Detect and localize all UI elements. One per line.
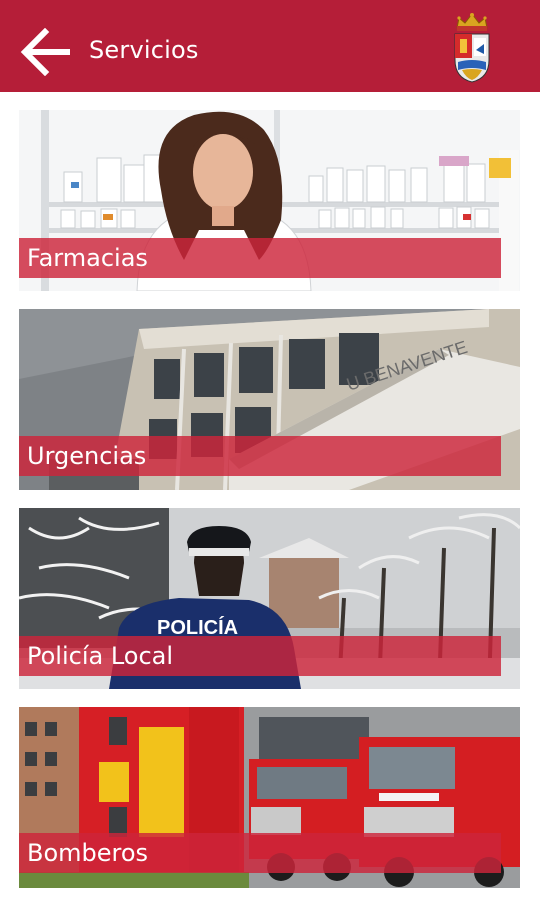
arrow-left-icon	[20, 27, 70, 77]
service-label: Urgencias	[27, 442, 147, 470]
service-card-bomberos[interactable]: Bomberos	[19, 707, 520, 888]
page-title: Servicios	[89, 36, 199, 64]
service-banner: Bomberos	[19, 833, 501, 873]
service-banner: Farmacias	[19, 238, 501, 278]
service-card-urgencias[interactable]: U BENAVENTE Urgencias	[19, 309, 520, 490]
back-button[interactable]	[18, 27, 74, 77]
service-label: Bomberos	[27, 839, 149, 867]
service-label: Policía Local	[27, 642, 174, 670]
service-banner: Policía Local	[19, 636, 501, 676]
services-list: Farmacias U BENAVENTE Urgencias POLICÍA …	[0, 92, 540, 900]
app-header: Servicios	[0, 0, 540, 92]
service-banner: Urgencias	[19, 436, 501, 476]
service-card-policia-local[interactable]: POLICÍA Policía Local	[19, 508, 520, 689]
coat-of-arms-icon	[454, 13, 490, 83]
service-label: Farmacias	[27, 244, 148, 272]
service-card-farmacias[interactable]: Farmacias	[19, 110, 520, 291]
